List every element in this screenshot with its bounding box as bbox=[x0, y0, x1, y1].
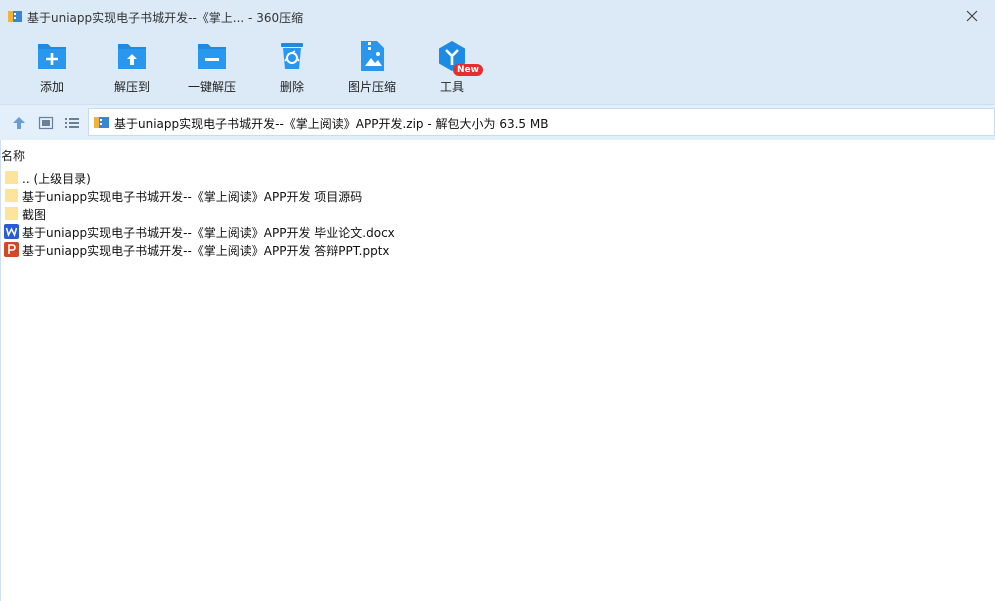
delete-label: 删除 bbox=[279, 80, 304, 94]
one-click-extract-icon bbox=[198, 44, 226, 69]
close-icon bbox=[966, 10, 978, 22]
folder-icon bbox=[5, 207, 18, 220]
column-header-name[interactable]: 名称 bbox=[1, 147, 25, 164]
delete-bin-icon bbox=[281, 43, 303, 69]
image-compress-label: 图片压缩 bbox=[347, 80, 396, 94]
add-folder-icon bbox=[38, 44, 66, 69]
extract-to-icon bbox=[118, 44, 146, 69]
delete-button[interactable]: 删除 bbox=[254, 38, 330, 100]
file-name: 基于uniapp实现电子书城开发--《掌上阅读》APP开发 毕业论文.docx bbox=[22, 226, 395, 240]
folder-icon bbox=[5, 189, 18, 202]
extract-to-button[interactable]: 解压到 bbox=[94, 38, 170, 100]
main-toolbar: 添加 解压到 一键解压 删除 图片压缩 工具 New bbox=[0, 32, 995, 104]
folder-icon bbox=[5, 171, 18, 184]
up-arrow-icon[interactable] bbox=[11, 115, 27, 131]
file-name: 基于uniapp实现电子书城开发--《掌上阅读》APP开发 答辩PPT.pptx bbox=[22, 244, 390, 258]
one-click-extract-label: 一键解压 bbox=[187, 80, 236, 94]
add-button[interactable]: 添加 bbox=[14, 38, 90, 100]
address-bar: 基于uniapp实现电子书城开发--《掌上阅读》APP开发.zip - 解包大小… bbox=[0, 104, 995, 141]
file-name: .. (上级目录) bbox=[22, 172, 91, 186]
list-view-icon[interactable] bbox=[64, 115, 80, 131]
thumbnail-view-icon[interactable] bbox=[38, 115, 54, 131]
file-name: 截图 bbox=[22, 208, 47, 222]
file-name: 基于uniapp实现电子书城开发--《掌上阅读》APP开发 项目源码 bbox=[22, 190, 363, 204]
close-button[interactable] bbox=[949, 0, 995, 32]
path-field[interactable]: 基于uniapp实现电子书城开发--《掌上阅读》APP开发.zip - 解包大小… bbox=[88, 108, 995, 136]
file-list-panel: 名称 .. (上级目录) 基于uniapp实现电子书城开发--《掌上阅读》APP… bbox=[0, 140, 995, 601]
extract-to-label: 解压到 bbox=[113, 80, 150, 94]
title-bar: 基于uniapp实现电子书城开发--《掌上... - 360压缩 bbox=[0, 0, 995, 32]
word-document-icon bbox=[4, 224, 19, 239]
one-click-extract-button[interactable]: 一键解压 bbox=[174, 38, 250, 100]
tools-label: 工具 bbox=[439, 80, 464, 94]
new-badge: New bbox=[453, 64, 483, 76]
archive-app-icon bbox=[8, 11, 22, 22]
add-label: 添加 bbox=[39, 80, 64, 94]
image-compress-icon bbox=[361, 41, 384, 71]
powerpoint-document-icon bbox=[4, 242, 19, 257]
zip-archive-icon bbox=[94, 117, 109, 128]
window-title: 基于uniapp实现电子书城开发--《掌上... - 360压缩 bbox=[27, 11, 304, 25]
archive-path: 基于uniapp实现电子书城开发--《掌上阅读》APP开发.zip - 解包大小… bbox=[114, 117, 549, 131]
image-compress-button[interactable]: 图片压缩 bbox=[334, 38, 410, 100]
